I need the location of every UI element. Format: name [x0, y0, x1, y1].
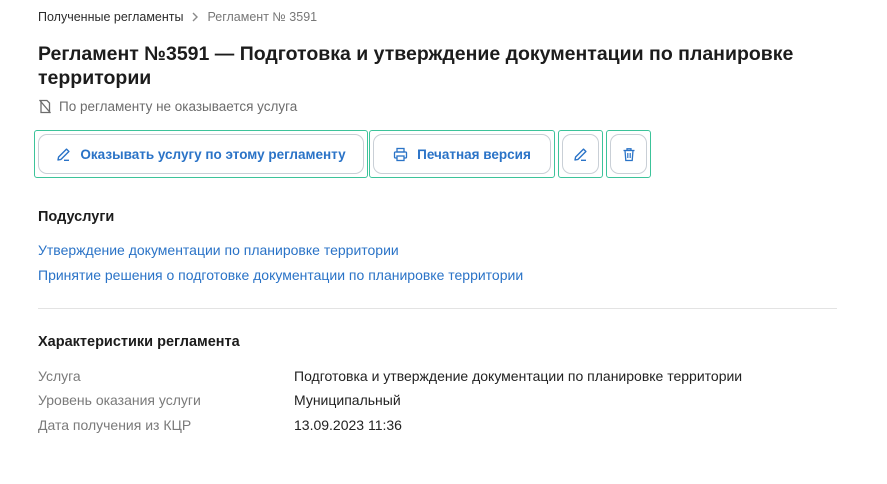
pencil-icon — [56, 147, 80, 162]
print-version-label: Печатная версия — [417, 146, 531, 162]
document-off-icon — [38, 99, 59, 114]
characteristic-value: Подготовка и утверждение документации по… — [294, 368, 743, 384]
delete-button[interactable] — [610, 134, 647, 174]
breadcrumb-link-received-regulations[interactable]: Полученные регламенты — [38, 10, 183, 24]
characteristics-heading: Характеристики регламента — [38, 334, 240, 350]
breadcrumb: Полученные регламенты Регламент № 3591 — [38, 10, 317, 24]
printer-icon — [393, 147, 417, 162]
provide-service-label: Оказывать услугу по этому регламенту — [80, 146, 346, 162]
chevron-right-icon — [191, 12, 199, 22]
characteristic-value: 13.09.2023 11:36 — [294, 417, 402, 433]
characteristic-label: Дата получения из КЦР — [38, 417, 192, 433]
edit-button[interactable] — [562, 134, 599, 174]
no-service-notice: По регламенту не оказывается услуга — [38, 99, 297, 114]
subservice-link[interactable]: Утверждение документации по планировке т… — [38, 242, 399, 258]
characteristic-label: Услуга — [38, 368, 81, 384]
characteristic-value: Муниципальный — [294, 392, 401, 408]
notice-text: По регламенту не оказывается услуга — [59, 99, 298, 114]
provide-service-button[interactable]: Оказывать услугу по этому регламенту — [38, 134, 364, 174]
delete-button-frame — [606, 130, 651, 178]
trash-icon — [622, 147, 636, 162]
breadcrumb-current: Регламент № 3591 — [207, 10, 318, 24]
subservices-heading: Подуслуги — [38, 209, 115, 225]
pencil-icon — [573, 147, 588, 162]
edit-button-frame — [558, 130, 603, 178]
page-title: Регламент №3591 — Подготовка и утвержден… — [38, 43, 794, 89]
characteristic-label: Уровень оказания услуги — [38, 392, 201, 408]
section-divider — [38, 308, 837, 309]
print-version-button[interactable]: Печатная версия — [373, 134, 551, 174]
print-button-frame: Печатная версия — [369, 130, 555, 178]
provide-service-button-frame: Оказывать услугу по этому регламенту — [34, 130, 368, 178]
subservice-link[interactable]: Принятие решения о подготовке документац… — [38, 267, 523, 283]
